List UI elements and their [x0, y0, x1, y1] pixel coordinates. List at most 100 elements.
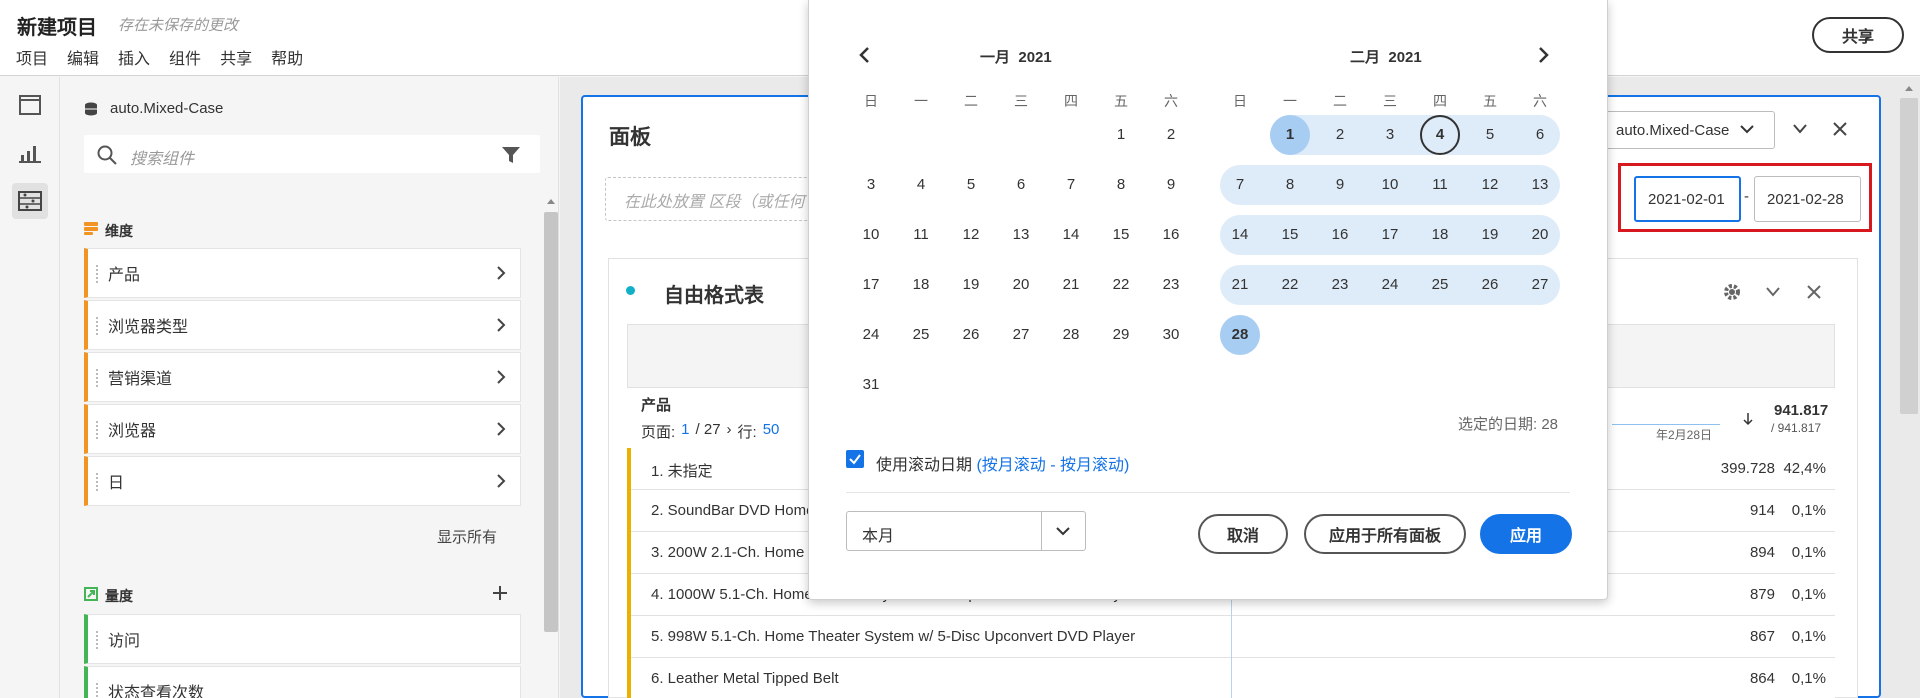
scroll-up-arrow-icon[interactable] [546, 197, 556, 205]
dimension-item-product[interactable]: 产品 [84, 248, 521, 298]
menu-item-edit[interactable]: 编辑 [67, 45, 99, 69]
datasource-label[interactable]: auto.Mixed-Case [110, 100, 223, 117]
next-month-icon[interactable] [1538, 46, 1550, 64]
calendar-day-feb[interactable]: 6 [1520, 115, 1560, 155]
calendar-day-jan[interactable]: 28 [1051, 315, 1091, 355]
rolling-dates-checkbox[interactable] [846, 450, 864, 468]
calendar-day-jan[interactable]: 29 [1101, 315, 1141, 355]
share-button[interactable]: 共享 [1812, 17, 1904, 53]
calendar-day-jan[interactable]: 23 [1151, 265, 1191, 305]
calendar-day-feb[interactable]: 5 [1470, 115, 1510, 155]
calendar-day-jan[interactable]: 20 [1001, 265, 1041, 305]
calendar-day-feb[interactable]: 10 [1370, 165, 1410, 205]
filter-icon[interactable] [501, 145, 521, 165]
prev-month-icon[interactable] [858, 46, 870, 64]
search-input[interactable]: 搜索组件 [130, 145, 194, 169]
menu-item-insert[interactable]: 插入 [118, 45, 150, 69]
cancel-button[interactable]: 取消 [1198, 514, 1288, 554]
calendar-day-feb[interactable]: 3 [1370, 115, 1410, 155]
calendar-day-feb[interactable]: 18 [1420, 215, 1460, 255]
calendar-day-feb-today[interactable]: 4 [1420, 115, 1460, 155]
calendar-day-feb[interactable]: 7 [1220, 165, 1260, 205]
end-date-input[interactable]: 2021-02-28 [1754, 176, 1861, 222]
calendar-day-feb[interactable]: 11 [1420, 165, 1460, 205]
calendar-day-feb[interactable]: 20 [1520, 215, 1560, 255]
calendar-day-jan[interactable]: 26 [951, 315, 991, 355]
calendar-day-feb[interactable]: 22 [1270, 265, 1310, 305]
calendar-day-jan[interactable]: 10 [851, 215, 891, 255]
close-panel-icon[interactable] [1832, 121, 1848, 137]
calendar-day-feb[interactable]: 23 [1320, 265, 1360, 305]
calendar-day-jan[interactable]: 6 [1001, 165, 1041, 205]
calendar-day-feb[interactable]: 24 [1370, 265, 1410, 305]
calendar-day-feb[interactable]: 21 [1220, 265, 1260, 305]
calendar-day-jan[interactable]: 19 [951, 265, 991, 305]
calendar-day-feb[interactable]: 27 [1520, 265, 1560, 305]
column-header-product[interactable]: 产品 [641, 394, 671, 415]
components-scrollbar[interactable] [544, 212, 558, 632]
dimension-item-browser[interactable]: 浏览器 [84, 404, 521, 454]
calendar-day-feb[interactable]: 12 [1470, 165, 1510, 205]
dimension-item-browser-type[interactable]: 浏览器类型 [84, 300, 521, 350]
calendar-day-jan[interactable]: 18 [901, 265, 941, 305]
next-page-arrow-icon[interactable]: › [727, 421, 732, 442]
calendar-day-jan[interactable]: 4 [901, 165, 941, 205]
gear-icon[interactable] [1722, 282, 1742, 302]
calendar-day-jan[interactable]: 9 [1151, 165, 1191, 205]
calendar-day-feb[interactable]: 26 [1470, 265, 1510, 305]
scroll-up-arrow-icon[interactable] [1904, 84, 1914, 92]
calendar-day-jan[interactable]: 25 [901, 315, 941, 355]
calendar-day-feb[interactable]: 25 [1420, 265, 1460, 305]
start-date-input[interactable]: 2021-02-01 [1634, 176, 1741, 222]
apply-to-all-panels-button[interactable]: 应用于所有面板 [1304, 514, 1466, 554]
components-tab[interactable] [12, 183, 48, 219]
page-current[interactable]: 1 [681, 421, 689, 442]
dimension-item-marketing-channel[interactable]: 营销渠道 [84, 352, 521, 402]
segment-drop-zone[interactable]: 在此处放置 区段（或任何 [605, 177, 825, 221]
calendar-day-jan[interactable]: 22 [1101, 265, 1141, 305]
add-icon[interactable] [492, 585, 508, 601]
calendar-day-feb[interactable]: 2 [1320, 115, 1360, 155]
calendar-day-feb-selected[interactable]: 1 [1270, 115, 1310, 155]
calendar-day-jan[interactable]: 8 [1101, 165, 1141, 205]
apply-button[interactable]: 应用 [1480, 514, 1572, 554]
calendar-day-jan[interactable]: 7 [1051, 165, 1091, 205]
calendar-day-feb-selected[interactable]: 28 [1220, 315, 1260, 355]
calendar-day-jan[interactable]: 3 [851, 165, 891, 205]
calendar-day-feb[interactable]: 19 [1470, 215, 1510, 255]
chevron-down-icon[interactable] [1056, 526, 1070, 536]
close-table-icon[interactable] [1806, 284, 1822, 300]
dimension-item-day[interactable]: 日 [84, 456, 521, 506]
calendar-day-feb[interactable]: 9 [1320, 165, 1360, 205]
calendar-day-jan[interactable]: 15 [1101, 215, 1141, 255]
sort-arrow-down-icon[interactable] [1742, 412, 1754, 426]
metric-item-page-views[interactable]: 状态查看次数 [84, 666, 521, 698]
visualizations-tab[interactable] [12, 135, 48, 171]
calendar-day-jan[interactable]: 13 [1001, 215, 1041, 255]
rolling-dates-link[interactable]: (按月滚动 - 按月滚动) [976, 457, 1129, 474]
calendar-day-feb[interactable]: 17 [1370, 215, 1410, 255]
panel-title[interactable]: 面板 [609, 121, 651, 151]
workspace-scrollbar[interactable] [1900, 98, 1918, 414]
calendar-day-feb[interactable]: 13 [1520, 165, 1560, 205]
calendar-day-jan[interactable]: 17 [851, 265, 891, 305]
menu-item-share[interactable]: 共享 [220, 45, 252, 69]
calendar-day-feb[interactable]: 15 [1270, 215, 1310, 255]
panels-tab[interactable] [12, 87, 48, 123]
calendar-day-feb[interactable]: 14 [1220, 215, 1260, 255]
rows-count[interactable]: 50 [763, 421, 780, 442]
calendar-day-jan[interactable]: 14 [1051, 215, 1091, 255]
menu-item-project[interactable]: 项目 [16, 45, 48, 69]
calendar-day-jan[interactable]: 30 [1151, 315, 1191, 355]
calendar-day-jan[interactable]: 27 [1001, 315, 1041, 355]
menu-item-components[interactable]: 组件 [169, 45, 201, 69]
calendar-day-jan[interactable]: 11 [901, 215, 941, 255]
calendar-day-jan[interactable]: 2 [1151, 115, 1191, 155]
calendar-day-feb[interactable]: 8 [1270, 165, 1310, 205]
calendar-day-jan[interactable]: 1 [1101, 115, 1141, 155]
collapse-table-icon[interactable] [1765, 286, 1781, 298]
show-all-link[interactable]: 显示所有 [437, 526, 497, 547]
menu-item-help[interactable]: 帮助 [271, 45, 303, 69]
calendar-day-jan[interactable]: 31 [851, 365, 891, 405]
calendar-day-jan[interactable]: 12 [951, 215, 991, 255]
